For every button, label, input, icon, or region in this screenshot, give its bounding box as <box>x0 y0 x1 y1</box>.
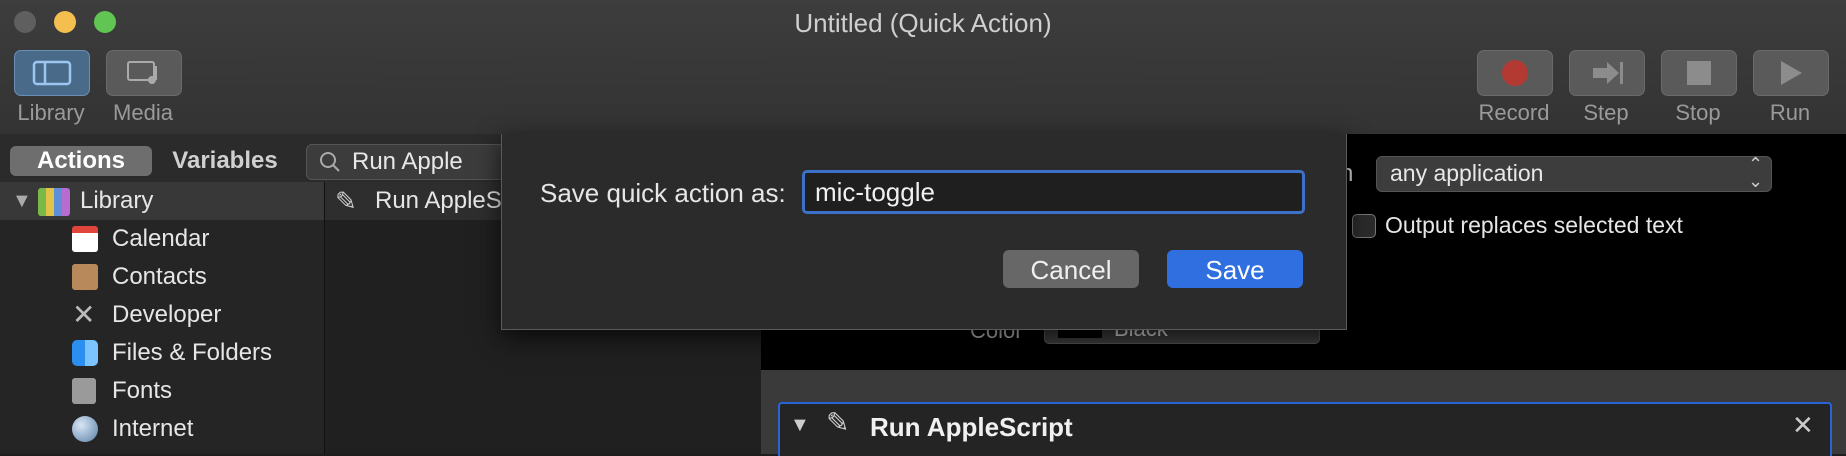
window-title: Untitled (Quick Action) <box>794 8 1052 38</box>
library-item-label: Internet <box>112 415 194 442</box>
application-popup-value: any application <box>1390 160 1544 186</box>
tab-actions[interactable]: Actions <box>10 146 152 176</box>
library-item-label: Files & Folders <box>112 339 273 366</box>
library-item-developer[interactable]: ✕ Developer <box>0 296 324 334</box>
library-books-icon <box>38 188 70 216</box>
media-button[interactable] <box>106 50 182 96</box>
library-item-label: Fonts <box>112 377 173 404</box>
contacts-icon <box>72 264 98 290</box>
remove-action-icon[interactable]: ✕ <box>1792 410 1814 441</box>
step-icon <box>1593 62 1623 84</box>
record-button[interactable] <box>1477 50 1553 96</box>
library-item-label: Calendar <box>112 225 210 252</box>
record-icon <box>1502 60 1528 86</box>
play-icon <box>1781 61 1802 85</box>
applescript-icon: ✎ <box>335 186 357 216</box>
library-root-row[interactable]: ▼ Library <box>0 182 324 220</box>
library-item-calendar[interactable]: Calendar <box>0 220 324 258</box>
step-button[interactable] <box>1569 50 1645 96</box>
step-label: Step <box>1583 100 1629 125</box>
finder-icon <box>72 340 98 366</box>
quick-action-name-input[interactable] <box>802 170 1305 214</box>
tab-variables[interactable]: Variables <box>160 146 290 176</box>
cancel-button[interactable]: Cancel <box>1003 250 1139 288</box>
action-title: Run AppleScript <box>870 412 1073 442</box>
library-label: Library <box>17 100 85 125</box>
globe-icon <box>72 416 98 442</box>
stop-label: Stop <box>1675 100 1721 125</box>
calendar-icon <box>72 226 98 252</box>
media-icon <box>127 61 157 84</box>
library-pane: ▼ Library Calendar Contacts ✕ Developer … <box>0 182 325 454</box>
media-label: Media <box>113 100 173 125</box>
search-icon <box>320 152 340 172</box>
save-button[interactable]: Save <box>1167 250 1303 288</box>
library-item-internet[interactable]: Internet <box>0 410 324 448</box>
library-item-label: Contacts <box>112 263 207 290</box>
library-item-label: Developer <box>112 301 222 328</box>
disclosure-down-icon[interactable]: ▼ <box>12 182 32 220</box>
save-sheet <box>501 134 1347 330</box>
stop-button[interactable] <box>1661 50 1737 96</box>
library-toggle-button[interactable] <box>14 50 90 96</box>
library-root-label: Library <box>80 187 154 214</box>
action-collapse-icon[interactable]: ▼ <box>790 414 810 437</box>
output-replaces-checkbox[interactable] <box>1352 214 1376 238</box>
fonts-icon <box>72 378 96 404</box>
library-item-contacts[interactable]: Contacts <box>0 258 324 296</box>
stop-icon <box>1687 61 1711 85</box>
library-item-files-folders[interactable]: Files & Folders <box>0 334 324 372</box>
output-replaces-label: Output replaces selected text <box>1385 212 1683 238</box>
run-button[interactable] <box>1753 50 1829 96</box>
applescript-icon: ✎ <box>826 407 850 438</box>
popup-arrows-icon: ⌃ ⌄ <box>1748 154 1764 191</box>
action-list-item-label: Run AppleSc <box>375 187 514 214</box>
save-prompt-label: Save quick action as: <box>540 178 786 208</box>
developer-tools-icon: ✕ <box>72 299 96 330</box>
search-input-value[interactable]: Run Apple <box>352 148 463 176</box>
library-item-fonts[interactable]: Fonts <box>0 372 324 410</box>
library-panel-icon <box>32 60 72 86</box>
record-label: Record <box>1478 100 1550 125</box>
run-label: Run <box>1769 100 1811 125</box>
